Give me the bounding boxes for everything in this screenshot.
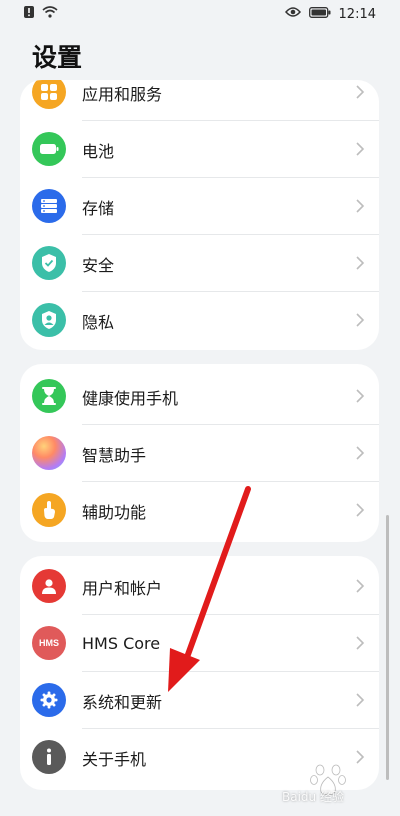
settings-item-label: 电池 — [82, 141, 115, 161]
hms-badge-text: HMS — [39, 638, 59, 648]
settings-item-smart-assistant[interactable]: 智慧助手 — [20, 425, 379, 482]
settings-item-system-update[interactable]: 系统和更新 — [20, 672, 379, 729]
settings-item-label: 智慧助手 — [82, 445, 147, 465]
settings-item-storage[interactable]: 存储 — [20, 178, 379, 235]
shield-icon — [32, 246, 66, 280]
assistant-orb-icon — [32, 436, 66, 470]
user-icon — [32, 569, 66, 603]
settings-item-label: 安全 — [82, 255, 115, 275]
chevron-right-icon — [356, 256, 365, 270]
settings-item-apps-services[interactable]: 应用和服务 — [20, 80, 379, 121]
settings-item-accessibility[interactable]: 辅助功能 — [20, 482, 379, 539]
status-bar: 12:14 — [0, 0, 400, 28]
chevron-right-icon — [356, 313, 365, 327]
hand-icon — [32, 493, 66, 527]
chevron-right-icon — [356, 693, 365, 707]
chevron-right-icon — [356, 389, 365, 403]
chevron-right-icon — [356, 142, 365, 156]
chevron-right-icon — [356, 446, 365, 460]
chevron-right-icon — [356, 199, 365, 213]
settings-item-label: 关于手机 — [82, 749, 147, 769]
status-right: 12:14 — [284, 6, 376, 22]
chevron-right-icon — [356, 636, 365, 650]
settings-item-label: 应用和服务 — [82, 84, 163, 104]
settings-item-label: 健康使用手机 — [82, 388, 179, 408]
storage-icon — [32, 189, 66, 223]
settings-item-hms-core[interactable]: HMS HMS Core — [20, 615, 379, 672]
scrollbar[interactable] — [386, 515, 389, 780]
settings-item-label: 用户和帐户 — [82, 578, 163, 598]
settings-item-digital-balance[interactable]: 健康使用手机 — [20, 368, 379, 425]
settings-item-privacy[interactable]: 隐私 — [20, 292, 379, 349]
chevron-right-icon — [356, 579, 365, 593]
settings-item-users-accounts[interactable]: 用户和帐户 — [20, 558, 379, 615]
hms-icon: HMS — [32, 626, 66, 660]
privacy-icon — [32, 303, 66, 337]
page-title: 设置 — [32, 43, 83, 72]
battery-status-icon — [308, 6, 331, 22]
eye-comfort-icon — [284, 6, 301, 22]
settings-item-label: 隐私 — [82, 312, 115, 332]
chevron-right-icon — [356, 503, 365, 517]
chevron-right-icon — [356, 85, 365, 99]
settings-item-label: 系统和更新 — [82, 692, 163, 712]
hourglass-icon — [32, 379, 66, 413]
wifi-icon — [42, 6, 58, 22]
settings-item-label: 辅助功能 — [82, 502, 147, 522]
gear-icon — [32, 683, 66, 717]
battery-icon — [32, 132, 66, 166]
apps-icon — [32, 80, 66, 109]
settings-item-label: 存储 — [82, 198, 115, 218]
watermark: Baidu 经验 — [282, 760, 394, 806]
notification-icon — [24, 6, 34, 22]
watermark-text: Baidu 经验 — [282, 790, 344, 804]
settings-item-security[interactable]: 安全 — [20, 235, 379, 292]
settings-group-2: 健康使用手机 智慧助手 辅助功能 — [20, 364, 379, 542]
settings-item-battery[interactable]: 电池 — [20, 121, 379, 178]
info-icon — [32, 740, 66, 774]
settings-group-3: 用户和帐户 HMS HMS Core 系统和更新 关于手机 — [20, 556, 379, 790]
status-time: 12:14 — [338, 6, 376, 22]
settings-group-1: 应用和服务 电池 存储 安全 隐私 — [20, 80, 379, 350]
settings-item-label: HMS Core — [82, 634, 161, 653]
status-left — [24, 6, 58, 22]
